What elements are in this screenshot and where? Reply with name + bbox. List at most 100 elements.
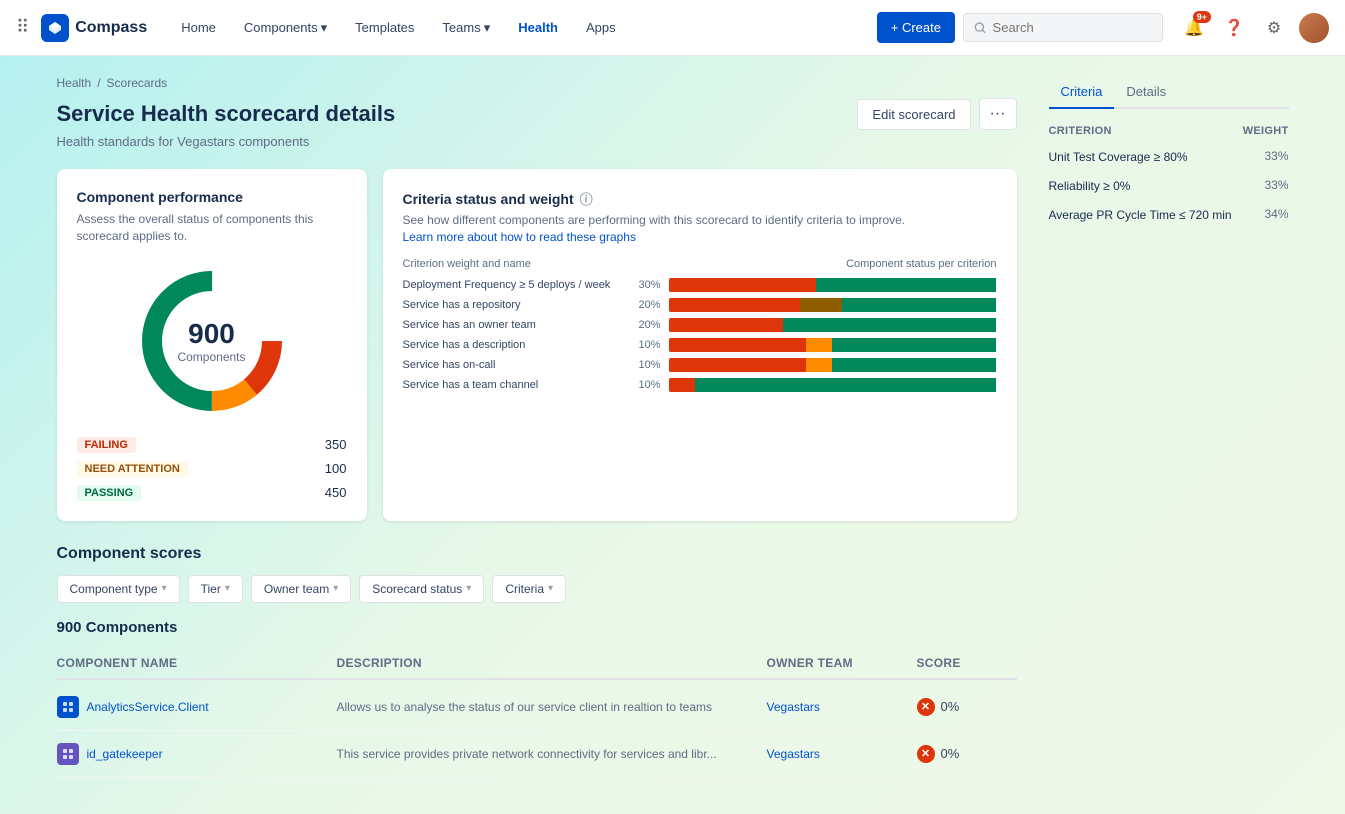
- chart-header: Criterion weight and name Component stat…: [403, 258, 997, 270]
- criterion-weight: 33%: [1264, 149, 1288, 163]
- chart-left-header: Criterion weight and name: [403, 258, 531, 270]
- component-link[interactable]: id_gatekeeper: [87, 747, 163, 761]
- filter-scorecard-status[interactable]: Scorecard status ▾: [359, 575, 484, 603]
- donut-text: Components: [177, 350, 245, 364]
- chart-bar: [669, 298, 997, 312]
- score-value: 0%: [941, 746, 960, 761]
- criterion-col-header: Criterion: [1049, 125, 1112, 137]
- col-owner-team: Owner team: [767, 656, 917, 670]
- title-actions: Edit scorecard ···: [857, 98, 1016, 130]
- donut-number: 900: [177, 318, 245, 350]
- component-score: ✕ 0%: [917, 698, 1017, 716]
- chart-row-label: Deployment Frequency ≥ 5 deploys / week: [403, 279, 623, 291]
- table-row: id_gatekeeper This service provides priv…: [57, 731, 1017, 778]
- tab-details[interactable]: Details: [1114, 76, 1178, 109]
- component-desc: Allows us to analyse the status of our s…: [337, 699, 767, 714]
- chart-row: Service has a team channel 10%: [403, 378, 997, 392]
- panel-tabs: Criteria Details: [1049, 76, 1289, 109]
- filter-owner-team[interactable]: Owner team ▾: [251, 575, 351, 603]
- failing-badge: FAILING: [77, 437, 136, 453]
- nav-components[interactable]: Components ▾: [234, 14, 337, 42]
- left-content: Health / Scorecards Service Health score…: [57, 76, 1017, 794]
- chart-row-pct: 20%: [631, 299, 661, 311]
- failing-count: 350: [325, 437, 347, 452]
- legend: FAILING 350 NEED ATTENTION 100 PASSING 4…: [77, 437, 347, 501]
- col-name: Component name: [57, 656, 337, 670]
- settings-button[interactable]: ⚙: [1259, 13, 1289, 43]
- criterion-name: Average PR Cycle Time ≤ 720 min: [1049, 207, 1257, 224]
- chart-row: Service has a repository 20%: [403, 298, 997, 312]
- chart-bar: [669, 358, 997, 372]
- breadcrumb-health[interactable]: Health: [57, 76, 92, 90]
- donut-label: 900 Components: [177, 318, 245, 364]
- notification-button[interactable]: 🔔 9+: [1179, 13, 1209, 43]
- attention-count: 100: [325, 461, 347, 476]
- nav-apps[interactable]: Apps: [576, 14, 626, 41]
- criteria-panel-rows: Unit Test Coverage ≥ 80% 33% Reliability…: [1049, 149, 1289, 223]
- help-button[interactable]: ❓: [1219, 13, 1249, 43]
- chart-row: Deployment Frequency ≥ 5 deploys / week …: [403, 278, 997, 292]
- component-owner: Vegastars: [767, 699, 917, 714]
- criterion-weight: 34%: [1264, 207, 1288, 221]
- chart-rows: Deployment Frequency ≥ 5 deploys / week …: [403, 278, 997, 392]
- chart-row-pct: 10%: [631, 359, 661, 371]
- chart-bar: [669, 338, 997, 352]
- edit-scorecard-button[interactable]: Edit scorecard: [857, 99, 970, 130]
- nav-icon-group: 🔔 9+ ❓ ⚙: [1179, 13, 1329, 43]
- component-name-cell: id_gatekeeper: [57, 743, 337, 765]
- perf-card-title: Component performance: [77, 189, 347, 205]
- right-panel: Criteria Details Criterion Weight Unit T…: [1049, 76, 1289, 794]
- criterion-row: Reliability ≥ 0% 33%: [1049, 178, 1289, 195]
- team-link[interactable]: Vegastars: [767, 700, 820, 714]
- grid-icon[interactable]: ⠿: [16, 17, 29, 38]
- criterion-row: Unit Test Coverage ≥ 80% 33%: [1049, 149, 1289, 166]
- logo-icon: [41, 14, 69, 42]
- team-link[interactable]: Vegastars: [767, 747, 820, 761]
- criteria-learn-more[interactable]: Learn more about how to read these graph…: [403, 230, 636, 244]
- filter-tier[interactable]: Tier ▾: [188, 575, 243, 603]
- nav-health[interactable]: Health: [508, 14, 568, 41]
- chart-row-label: Service has a description: [403, 339, 623, 351]
- component-link[interactable]: AnalyticsService.Client: [87, 700, 209, 714]
- chart-bar: [669, 278, 997, 292]
- nav-teams[interactable]: Teams ▾: [432, 14, 500, 42]
- navigation: ⠿ Compass Home Components ▾ Templates Te…: [0, 0, 1345, 56]
- logo[interactable]: Compass: [41, 14, 147, 42]
- chart-row-label: Service has a team channel: [403, 379, 623, 391]
- more-options-button[interactable]: ···: [979, 98, 1017, 130]
- weight-col-header: Weight: [1243, 125, 1289, 137]
- info-icon[interactable]: ⓘ: [580, 189, 593, 208]
- component-owner: Vegastars: [767, 746, 917, 761]
- chart-right-header: Component status per criterion: [846, 258, 996, 270]
- score-fail-icon: ✕: [917, 698, 935, 716]
- page-subtitle: Health standards for Vegastars component…: [57, 134, 1017, 149]
- main-container: Health / Scorecards Service Health score…: [33, 56, 1313, 814]
- chart-row-pct: 10%: [631, 339, 661, 351]
- chart-row: Service has on-call 10%: [403, 358, 997, 372]
- nav-templates[interactable]: Templates: [345, 14, 424, 41]
- scores-title: Component scores: [57, 545, 1017, 563]
- create-button[interactable]: + Create: [877, 12, 955, 43]
- col-score: Score: [917, 656, 1017, 670]
- avatar[interactable]: [1299, 13, 1329, 43]
- donut-container: 900 Components: [77, 261, 347, 421]
- breadcrumb-scorecards[interactable]: Scorecards: [107, 76, 168, 90]
- chart-row-label: Service has a repository: [403, 299, 623, 311]
- passing-count: 450: [325, 485, 347, 500]
- component-performance-card: Component performance Assess the overall…: [57, 169, 367, 521]
- component-icon: [57, 696, 79, 718]
- chart-bar: [669, 378, 997, 392]
- components-count: 900 Components: [57, 619, 1017, 636]
- criteria-header: Criteria status and weight ⓘ See how dif…: [403, 189, 997, 246]
- score-value: 0%: [941, 699, 960, 714]
- nav-home[interactable]: Home: [171, 14, 226, 41]
- search-input[interactable]: [993, 20, 1152, 35]
- breadcrumb: Health / Scorecards: [57, 76, 1017, 90]
- perf-card-subtitle: Assess the overall status of components …: [77, 211, 347, 245]
- tab-criteria[interactable]: Criteria: [1049, 76, 1115, 109]
- filter-criteria[interactable]: Criteria ▾: [492, 575, 566, 603]
- criteria-desc: See how different components are perform…: [403, 212, 997, 246]
- chart-row-pct: 20%: [631, 319, 661, 331]
- criterion-name: Reliability ≥ 0%: [1049, 178, 1257, 195]
- filter-component-type[interactable]: Component type ▾: [57, 575, 180, 603]
